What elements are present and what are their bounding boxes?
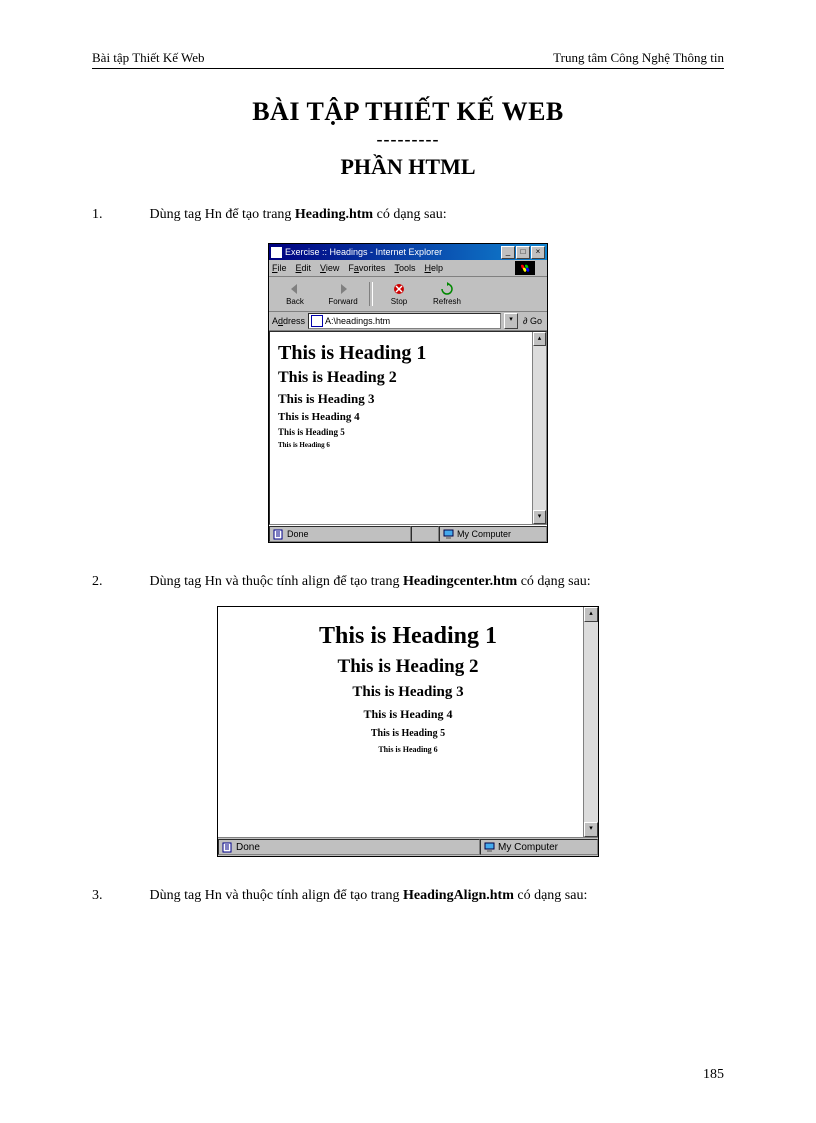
header-right: Trung tâm Công Nghệ Thông tin [553,50,724,66]
exercise-text-prefix: Dùng tag Hn để tạo trang [150,207,295,222]
menu-file[interactable]: File [272,263,287,273]
exercise-filename: Heading.htm [295,207,373,222]
status-empty-cell [411,526,439,542]
heading-1: This is Heading 1 [226,623,590,650]
title-separator: --------- [92,129,724,150]
heading-3: This is Heading 3 [226,684,590,701]
menu-tools[interactable]: Tools [394,263,415,273]
exercise-filename: Headingcenter.htm [403,574,517,589]
page-header: Bài tập Thiết Kế Web Trung tâm Công Nghệ… [92,50,724,69]
heading-1: This is Heading 1 [278,342,538,365]
page-icon [311,315,323,327]
menu-view[interactable]: View [320,263,339,273]
go-button[interactable]: ∂ Go [521,316,544,326]
exercise-3: 3. Dùng tag Hn và thuộc tính align để tạ… [92,885,724,906]
heading-5: This is Heading 5 [226,728,590,739]
done-icon [273,529,284,540]
main-title: BÀI TẬP THIẾT KẾ WEB [92,97,724,127]
stop-button[interactable]: Stop [375,282,423,306]
scroll-up-icon[interactable]: ▴ [533,332,546,346]
snippet-content-area: This is Heading 1 This is Heading 2 This… [218,607,598,837]
vertical-scrollbar[interactable]: ▴ ▾ [583,607,598,837]
scroll-down-icon[interactable]: ▾ [584,822,598,837]
menu-edit[interactable]: Edit [296,263,312,273]
sub-title: PHẦN HTML [92,154,724,180]
status-zone-text: My Computer [457,529,511,539]
menu-help[interactable]: Help [424,263,443,273]
heading-6: This is Heading 6 [278,441,538,449]
close-button[interactable]: × [531,246,545,259]
back-button[interactable]: Back [271,282,319,306]
ie-statusbar: Done My Computer [269,525,547,542]
minimize-button[interactable]: _ [501,246,515,259]
done-icon [222,842,233,853]
refresh-button[interactable]: Refresh [423,282,471,306]
address-field[interactable]: A:\headings.htm [308,313,501,329]
exercise-text-suffix: có dạng sau: [517,574,590,589]
exercise-text-suffix: có dạng sau: [373,207,446,222]
ie-titlebar: Exercise :: Headings - Internet Explorer… [269,244,547,260]
page-number: 185 [703,1067,724,1083]
heading-5: This is Heading 5 [278,427,538,437]
scroll-down-icon[interactable]: ▾ [533,510,546,524]
heading-2: This is Heading 2 [226,656,590,678]
forward-button[interactable]: Forward [319,282,367,306]
heading-4: This is Heading 4 [278,411,538,423]
status-done-text: Done [287,529,309,539]
my-computer-icon [484,842,495,853]
address-dropdown-icon[interactable]: ▾ [504,313,518,329]
browser-snippet-screenshot: This is Heading 1 This is Heading 2 This… [217,606,599,857]
exercise-filename: HeadingAlign.htm [403,888,514,903]
address-label: Address [272,316,305,326]
ie-menubar: File Edit View Favorites Tools Help [269,260,547,277]
vertical-scrollbar[interactable]: ▴ ▾ [532,332,546,524]
exercise-text-suffix: có dạng sau: [514,888,587,903]
scroll-up-icon[interactable]: ▴ [584,607,598,622]
heading-4: This is Heading 4 [226,707,590,722]
ie-toolbar: Back Forward Stop Refresh [269,277,547,312]
exercise-text-prefix: Dùng tag Hn và thuộc tính align để tạo t… [150,888,404,903]
heading-3: This is Heading 3 [278,391,538,407]
snippet-statusbar: Done My Computer [218,837,598,856]
address-value: A:\headings.htm [325,316,390,326]
my-computer-icon [443,529,454,540]
ie-window-screenshot: Exercise :: Headings - Internet Explorer… [268,243,548,543]
exercise-number: 1. [122,204,146,225]
toolbar-separator [369,282,373,306]
heading-6: This is Heading 6 [226,745,590,754]
ie-window-title: Exercise :: Headings - Internet Explorer [285,247,501,257]
exercise-number: 2. [122,571,146,592]
ie-app-icon [271,247,282,258]
ie-content-area: This is Heading 1 This is Heading 2 This… [269,331,547,525]
exercise-1: 1. Dùng tag Hn để tạo trang Heading.htm … [92,204,724,225]
ie-address-bar: Address A:\headings.htm ▾ ∂ Go [269,312,547,331]
exercise-2: 2. Dùng tag Hn và thuộc tính align để tạ… [92,571,724,592]
header-left: Bài tập Thiết Kế Web [92,50,205,66]
exercise-number: 3. [122,885,146,906]
status-done-text: Done [236,842,260,853]
maximize-button[interactable]: □ [516,246,530,259]
status-zone-text: My Computer [498,842,558,853]
ie-throbber-icon [515,261,535,275]
heading-2: This is Heading 2 [278,369,538,387]
exercise-text-prefix: Dùng tag Hn và thuộc tính align để tạo t… [150,574,404,589]
menu-favorites[interactable]: Favorites [348,263,385,273]
